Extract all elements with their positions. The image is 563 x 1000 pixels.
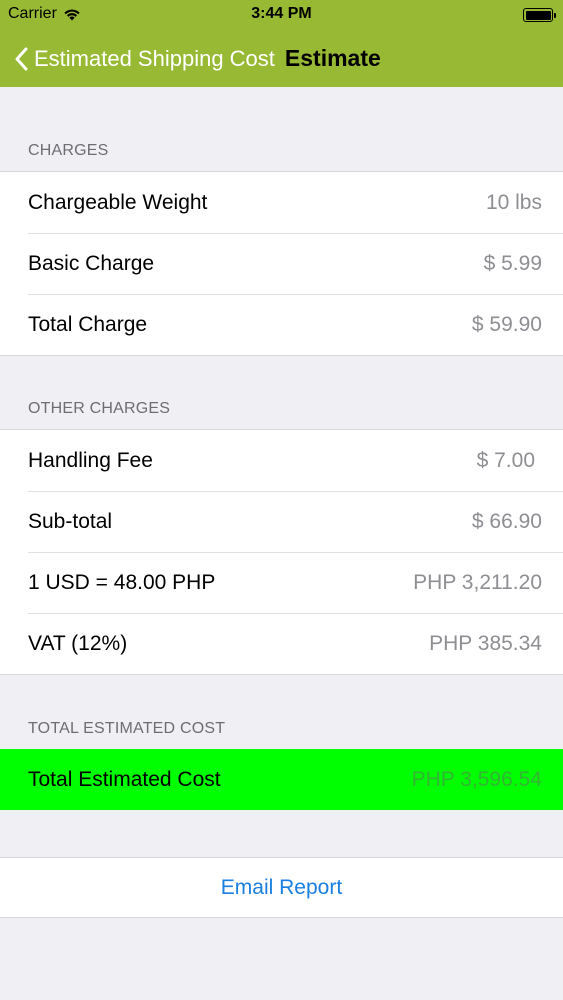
row-basic-charge: Basic Charge $ 5.99 [0,233,563,294]
row-label: VAT (12%) [28,631,128,655]
row-label: Sub-total [28,509,113,533]
row-value: PHP 3,596.54 [411,767,542,791]
row-label: Total Estimated Cost [28,767,221,791]
navigation-bar: Estimated Shipping Cost Estimate [0,30,563,87]
email-report-button[interactable]: Email Report [221,876,342,900]
row-exchange-rate: 1 USD = 48.00 PHP PHP 3,211.20 [0,552,563,613]
row-sub-total: Sub-total $ 66.90 [0,491,563,552]
row-value: 10 lbs [485,190,542,214]
other-charges-group: Handling Fee $ 7.00 Sub-total $ 66.90 1 … [0,429,563,675]
row-value: PHP 3,211.20 [413,570,542,594]
battery-icon [523,8,556,22]
status-bar: Carrier 3:44 PM [0,0,563,30]
clock: 3:44 PM [251,5,312,22]
row-chargeable-weight: Chargeable Weight 10 lbs [0,172,563,233]
row-label: Total Charge [28,312,148,336]
back-label: Estimated Shipping Cost [34,45,275,71]
section-header-charges: CHARGES [28,142,109,159]
row-handling-fee: Handling Fee $ 7.00 [0,430,563,491]
charges-group: Chargeable Weight 10 lbs Basic Charge $ … [0,171,563,356]
email-report-cell[interactable]: Email Report [0,857,563,918]
row-label: Handling Fee [28,448,153,472]
row-label: 1 USD = 48.00 PHP [28,570,216,594]
page-title: Estimate [284,45,381,71]
row-value: $ 5.99 [483,251,542,275]
row-value: PHP 385.34 [429,631,542,655]
row-label: Basic Charge [28,251,155,275]
row-total-estimated-cost: Total Estimated Cost PHP 3,596.54 [0,749,563,810]
row-label: Chargeable Weight [28,190,208,214]
row-value: $ 7.00 [476,448,535,472]
section-header-other-charges: OTHER CHARGES [28,400,171,417]
row-vat: VAT (12%) PHP 385.34 [0,613,563,674]
row-value: $ 66.90 [471,509,542,533]
header-bar: Carrier 3:44 PM Estimated Shipping Cost … [0,0,563,87]
row-total-charge: Total Charge $ 59.90 [0,294,563,355]
back-button[interactable]: Estimated Shipping Cost [14,46,275,72]
chevron-left-icon [15,47,28,70]
section-header-total: TOTAL ESTIMATED COST [28,720,226,737]
row-value: $ 59.90 [471,312,542,336]
